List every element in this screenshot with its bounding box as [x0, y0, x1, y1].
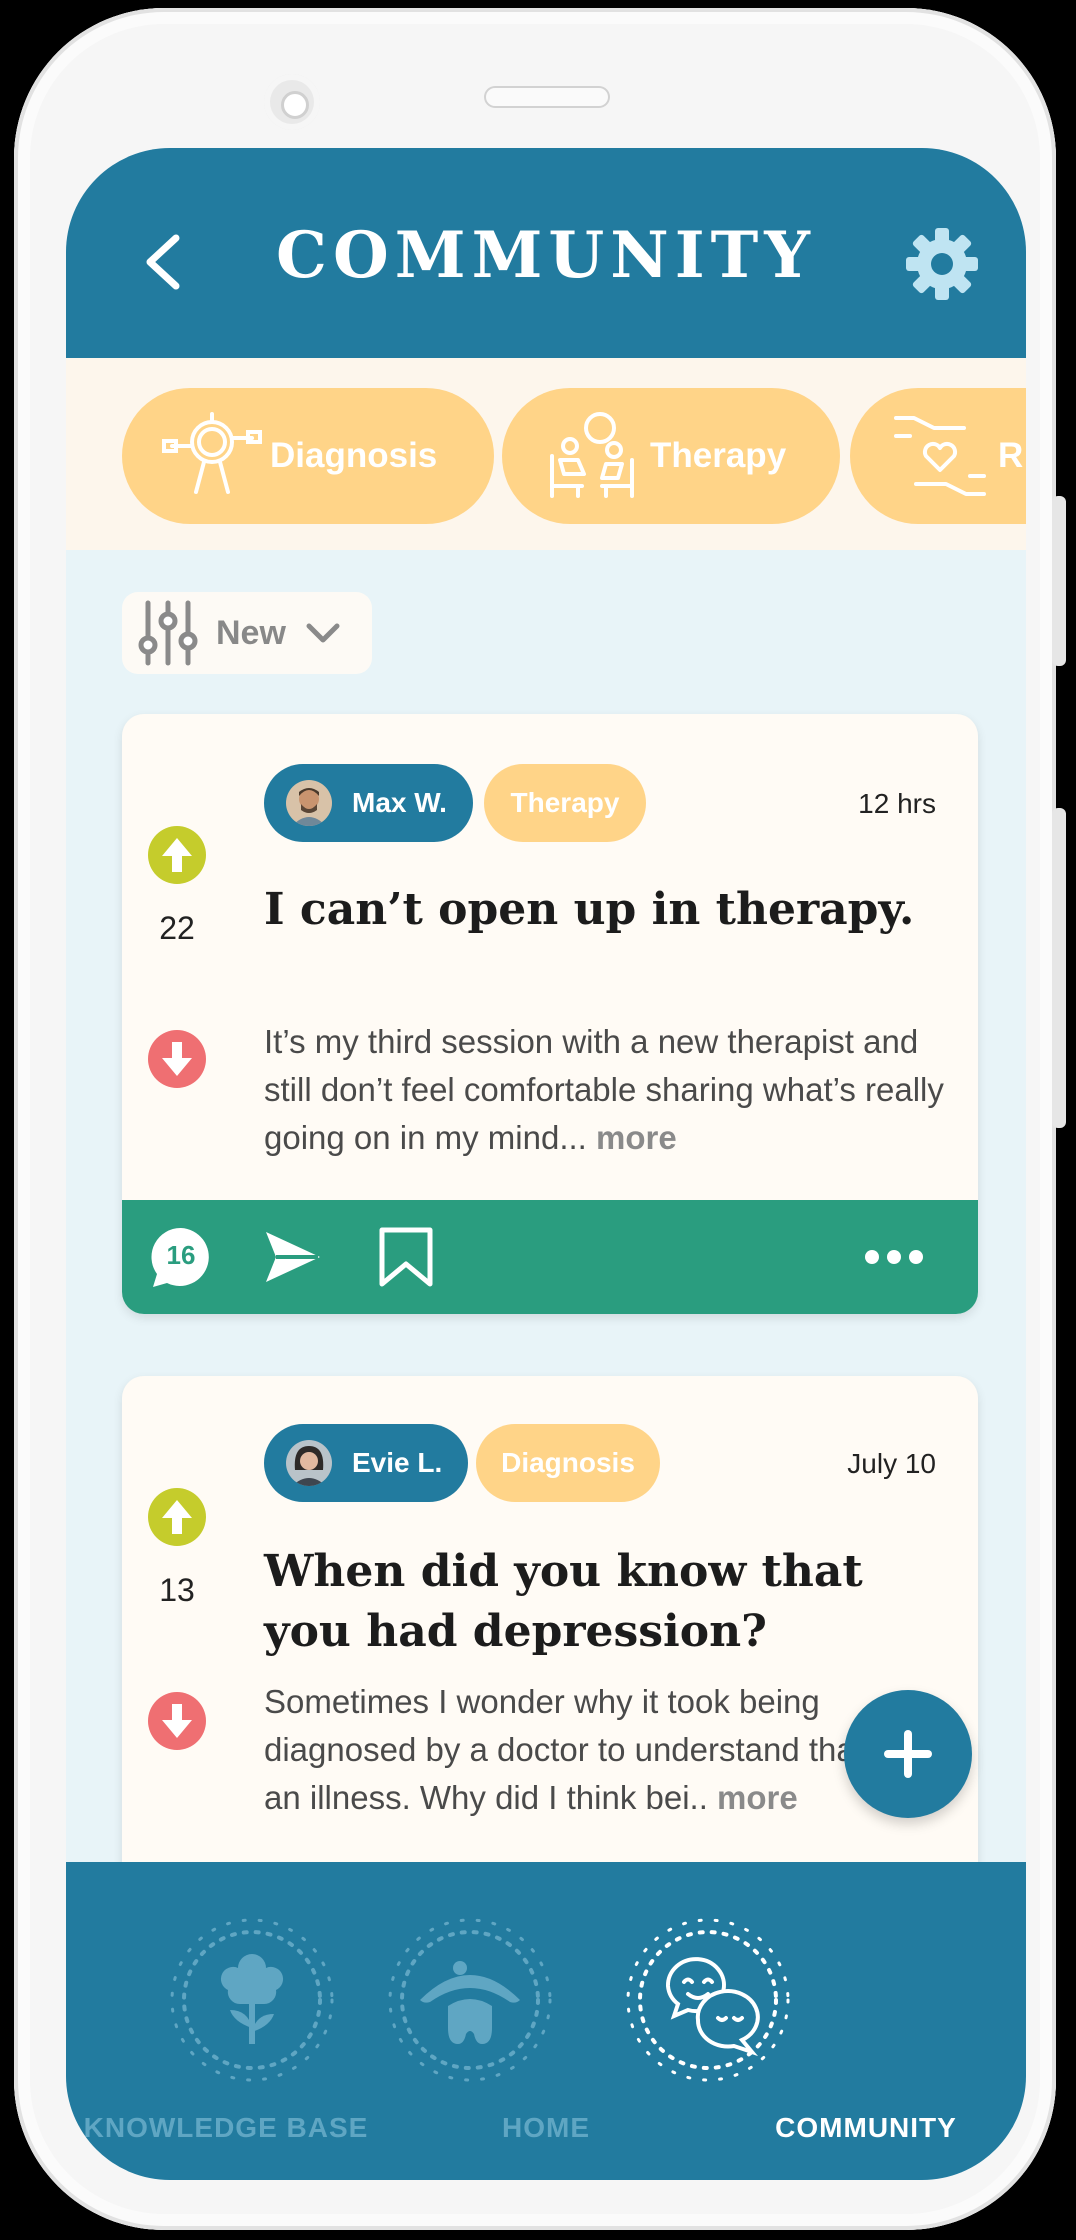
- upvote-icon[interactable]: [148, 826, 206, 884]
- bottom-navigation: KNOWLEDGE BASE HOME COMMUNITY: [66, 1862, 1026, 2180]
- bookmark-icon[interactable]: [376, 1226, 436, 1290]
- sliders-icon: [138, 600, 198, 666]
- plus-icon: [884, 1730, 932, 1778]
- nav-item-community[interactable]: COMMUNITY: [626, 1862, 1026, 2180]
- category-chip-diagnosis[interactable]: Diagnosis: [122, 388, 494, 524]
- chevron-down-icon: [306, 623, 340, 643]
- hands-heart-icon: [894, 416, 986, 496]
- tag-pill[interactable]: Diagnosis: [476, 1424, 660, 1502]
- more-options-icon[interactable]: [862, 1240, 926, 1274]
- category-chip-therapy[interactable]: Therapy: [502, 388, 840, 524]
- post-title[interactable]: When did you know that you had depressio…: [264, 1542, 954, 1662]
- post-timestamp: 12 hrs: [858, 788, 936, 819]
- vote-count: 13: [159, 1572, 195, 1608]
- category-chip-label: Therapy: [650, 436, 787, 475]
- comments-button[interactable]: 16: [150, 1226, 212, 1288]
- comment-count: 16: [166, 1240, 196, 1270]
- page-title: COMMUNITY: [276, 218, 816, 293]
- brain-plant-icon: [170, 1918, 334, 2082]
- author-name: Max W.: [352, 787, 447, 818]
- vote-count: 22: [159, 910, 195, 946]
- home-mushroom-icon: [388, 1918, 552, 2082]
- upvote-icon[interactable]: [148, 1488, 206, 1546]
- phone-power-button: [1052, 808, 1066, 1128]
- send-icon[interactable]: [262, 1228, 324, 1286]
- phone-frame: COMMUNITY Diagnosis Therapy R New 22 Max…: [14, 8, 1066, 2230]
- tag-pill[interactable]: Therapy: [484, 764, 646, 842]
- sort-label: New: [216, 613, 286, 652]
- author-name: Evie L.: [352, 1447, 443, 1478]
- chat-faces-icon: [626, 1918, 790, 2082]
- nav-item-knowledge-base[interactable]: KNOWLEDGE BASE: [66, 1862, 386, 2180]
- nav-label: HOME: [502, 2112, 590, 2143]
- sort-dropdown[interactable]: New: [122, 592, 372, 674]
- new-post-button[interactable]: [844, 1690, 972, 1818]
- earpiece-speaker: [484, 86, 610, 108]
- read-more-link[interactable]: more: [717, 1779, 798, 1816]
- post-card[interactable]: 22 Max W. Therapy 12 hrs I can’t open up…: [122, 714, 978, 1314]
- author-pill[interactable]: Max W.: [264, 764, 473, 842]
- gear-icon[interactable]: [902, 224, 982, 304]
- post-card[interactable]: 13 Evie L. Diagnosis July 10 When did yo…: [122, 1376, 978, 1936]
- category-chip-label: R: [998, 436, 1024, 475]
- downvote-icon[interactable]: [148, 1692, 206, 1750]
- therapy-session-icon: [550, 412, 634, 498]
- category-chip-relationships[interactable]: R: [850, 388, 1026, 524]
- author-pill[interactable]: Evie L.: [264, 1424, 469, 1502]
- post-body: It’s my third session with a new therapi…: [264, 1018, 954, 1162]
- category-scroller[interactable]: Diagnosis Therapy R: [66, 358, 1026, 550]
- post-timestamp: July 10: [847, 1448, 936, 1479]
- avatar: [286, 780, 332, 826]
- post-action-bar: 16: [122, 1200, 978, 1314]
- nav-label: COMMUNITY: [775, 2112, 957, 2143]
- category-chip-label: Diagnosis: [270, 436, 438, 475]
- post-title[interactable]: I can’t open up in therapy.: [264, 880, 954, 940]
- diagnosis-person-icon: [162, 412, 262, 494]
- read-more-link[interactable]: more: [596, 1119, 677, 1156]
- phone-volume-button: [1052, 496, 1066, 666]
- front-camera: [264, 74, 320, 130]
- avatar: [286, 1440, 332, 1486]
- downvote-icon[interactable]: [148, 1030, 206, 1088]
- nav-label: KNOWLEDGE BASE: [83, 2112, 369, 2143]
- app-screen: COMMUNITY Diagnosis Therapy R New 22 Max…: [66, 148, 1026, 2180]
- app-header: COMMUNITY: [66, 148, 1026, 358]
